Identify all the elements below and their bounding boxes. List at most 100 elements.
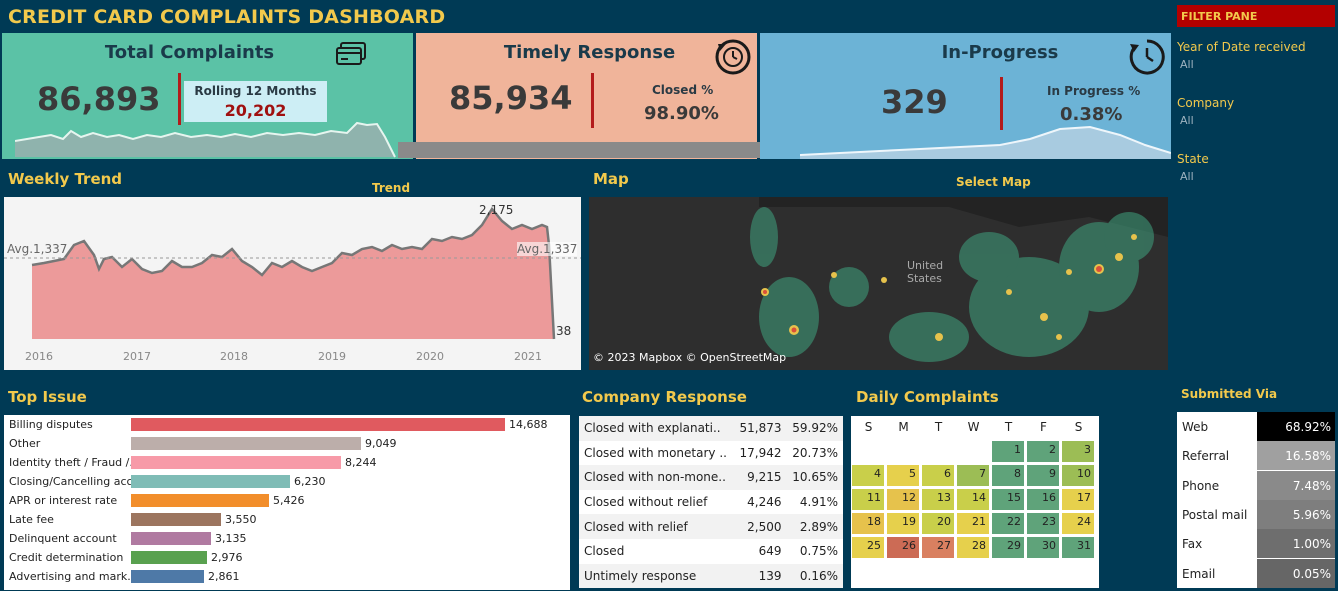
calendar-day[interactable]: 20	[921, 512, 955, 535]
calendar-day[interactable]: 2	[1026, 440, 1060, 463]
top-issue-chart: Billing disputes 14,688 Other 9,049 Identity…	[4, 415, 570, 590]
filter-state-select[interactable]: All	[1180, 170, 1194, 183]
issue-value: 6,230	[294, 475, 326, 488]
via-label: Phone	[1182, 478, 1220, 493]
calendar-day[interactable]: 13	[921, 488, 955, 511]
calendar-day[interactable]: 12	[886, 488, 920, 511]
via-pct: 5.96%	[1257, 499, 1335, 529]
avg-label-right: Avg.1,337	[517, 242, 578, 256]
issue-bar	[131, 456, 341, 469]
via-row[interactable]: Referral 16.58%	[1177, 441, 1335, 471]
avg-label-left: Avg.1,337	[7, 242, 68, 256]
map-country-label: United States	[907, 259, 944, 285]
response-pct: 0.16%	[786, 563, 843, 589]
response-row[interactable]: Closed 649 0.75%	[579, 539, 843, 564]
calendar-day[interactable]: 21	[956, 512, 990, 535]
issue-bar	[131, 513, 221, 526]
calendar-day[interactable]: 25	[851, 536, 885, 559]
calendar-day[interactable]: 18	[851, 512, 885, 535]
response-row[interactable]: Closed with non-mone.. 9,215 10.65%	[579, 465, 843, 490]
calendar-day[interactable]: 22	[991, 512, 1025, 535]
weekday-header: W	[967, 420, 980, 434]
issue-row[interactable]: Delinquent account 3,135	[4, 529, 570, 548]
calendar-day[interactable]: 5	[886, 464, 920, 487]
kpi-timely-sparkline	[398, 142, 783, 158]
weekday-header: S	[1074, 420, 1083, 434]
via-row[interactable]: Phone 7.48%	[1177, 470, 1335, 500]
daily-complaints-title: Daily Complaints	[856, 388, 999, 406]
kpi-total-complaints[interactable]: Total Complaints 86,893 Rolling 12 Month…	[2, 33, 413, 159]
filter-company-select[interactable]: All	[1180, 114, 1194, 127]
clock-arrow-icon	[1129, 39, 1165, 75]
calendar-day[interactable]: 17	[1061, 488, 1095, 511]
response-row[interactable]: Closed with monetary .. 17,942 20.73%	[579, 441, 843, 466]
kpi-progress-divider	[1000, 77, 1003, 130]
calendar-day[interactable]: 19	[886, 512, 920, 535]
filter-year-label: Year of Date received	[1177, 40, 1306, 54]
via-row[interactable]: Email 0.05%	[1177, 558, 1335, 588]
kpi-timely-response[interactable]: Timely Response 85,934 Closed % 98.90%	[416, 33, 757, 159]
calendar-day[interactable]: 28	[956, 536, 990, 559]
calendar-day[interactable]: 7	[956, 464, 990, 487]
kpi-in-progress[interactable]: In-Progress 329 In Progress % 0.38%	[760, 33, 1171, 159]
response-row[interactable]: Closed with explanati.. 51,873 59.92%	[579, 416, 843, 441]
issue-row[interactable]: Identity theft / Fraud /.. 8,244	[4, 453, 570, 472]
credit-card-icon	[336, 42, 366, 65]
calendar-day[interactable]: 1	[991, 440, 1025, 463]
issue-row[interactable]: Other 9,049	[4, 434, 570, 453]
calendar-day[interactable]: 9	[1026, 464, 1060, 487]
submitted-via-table: Web 68.92% Referral 16.58% Phone 7.48% Postal …	[1177, 412, 1335, 588]
calendar-day[interactable]: 27	[921, 536, 955, 559]
calendar-day[interactable]: 16	[1026, 488, 1060, 511]
response-label: Closed with explanati..	[579, 416, 734, 441]
response-row[interactable]: Untimely response 139 0.16%	[579, 563, 843, 589]
response-row[interactable]: Closed without relief 4,246 4.91%	[579, 490, 843, 515]
heat-map[interactable]: United States © 2023 Mapbox © OpenStreet…	[589, 197, 1168, 370]
calendar-day[interactable]: 6	[921, 464, 955, 487]
issue-label: Other	[9, 437, 41, 450]
calendar-day[interactable]: 11	[851, 488, 885, 511]
calendar-day[interactable]: 30	[1026, 536, 1060, 559]
issue-label: Late fee	[9, 513, 54, 526]
filter-pane-header: FILTER PANE	[1177, 5, 1335, 27]
response-label: Closed without relief	[584, 495, 708, 510]
via-row[interactable]: Fax 1.00%	[1177, 529, 1335, 559]
calendar-day[interactable]: 14	[956, 488, 990, 511]
calendar-day[interactable]: 3	[1061, 440, 1095, 463]
filter-year-select[interactable]: All	[1180, 58, 1194, 71]
x-tick-2016: 2016	[25, 350, 53, 363]
in-progress-pct-value: 0.38%	[1060, 104, 1123, 125]
calendar-day[interactable]: 8	[991, 464, 1025, 487]
issue-bar	[131, 437, 361, 450]
issue-bar	[131, 532, 211, 545]
kpi-total-title: Total Complaints	[104, 42, 275, 63]
calendar-day[interactable]: 4	[851, 464, 885, 487]
response-label: Closed with monetary ..	[584, 445, 727, 460]
response-count: 4,246	[747, 495, 782, 510]
issue-row[interactable]: Billing disputes 14,688	[4, 415, 570, 434]
issue-bar	[131, 475, 290, 488]
response-row[interactable]: Closed with relief 2,500 2.89%	[579, 514, 843, 539]
calendar-day[interactable]: 26	[886, 536, 920, 559]
issue-bar	[131, 418, 505, 431]
calendar-day[interactable]: 29	[991, 536, 1025, 559]
issue-row[interactable]: APR or interest rate 5,426	[4, 491, 570, 510]
peak-label: 2,175	[479, 203, 514, 217]
issue-row[interactable]: Credit determination 2,976	[4, 548, 570, 567]
calendar-day[interactable]: 24	[1061, 512, 1095, 535]
calendar-day[interactable]: 15	[991, 488, 1025, 511]
closed-pct-label: Closed %	[652, 83, 714, 97]
issue-row[interactable]: Closing/Cancelling acc.. 6,230	[4, 472, 570, 491]
select-map-button[interactable]: Select Map	[956, 175, 1031, 189]
kpi-progress-title: In-Progress	[941, 42, 1059, 63]
issue-row[interactable]: Late fee 3,550	[4, 510, 570, 529]
via-row[interactable]: Postal mail 5.96%	[1177, 499, 1335, 529]
calendar-day[interactable]: 31	[1061, 536, 1095, 559]
trend-button[interactable]: Trend	[372, 181, 410, 195]
response-count: 649	[758, 544, 782, 559]
issue-row[interactable]: Advertising and mark.. 2,861	[4, 567, 570, 586]
calendar-day[interactable]: 23	[1026, 512, 1060, 535]
response-count: 139	[733, 563, 787, 589]
calendar-day[interactable]: 10	[1061, 464, 1095, 487]
via-row[interactable]: Web 68.92%	[1177, 412, 1335, 441]
